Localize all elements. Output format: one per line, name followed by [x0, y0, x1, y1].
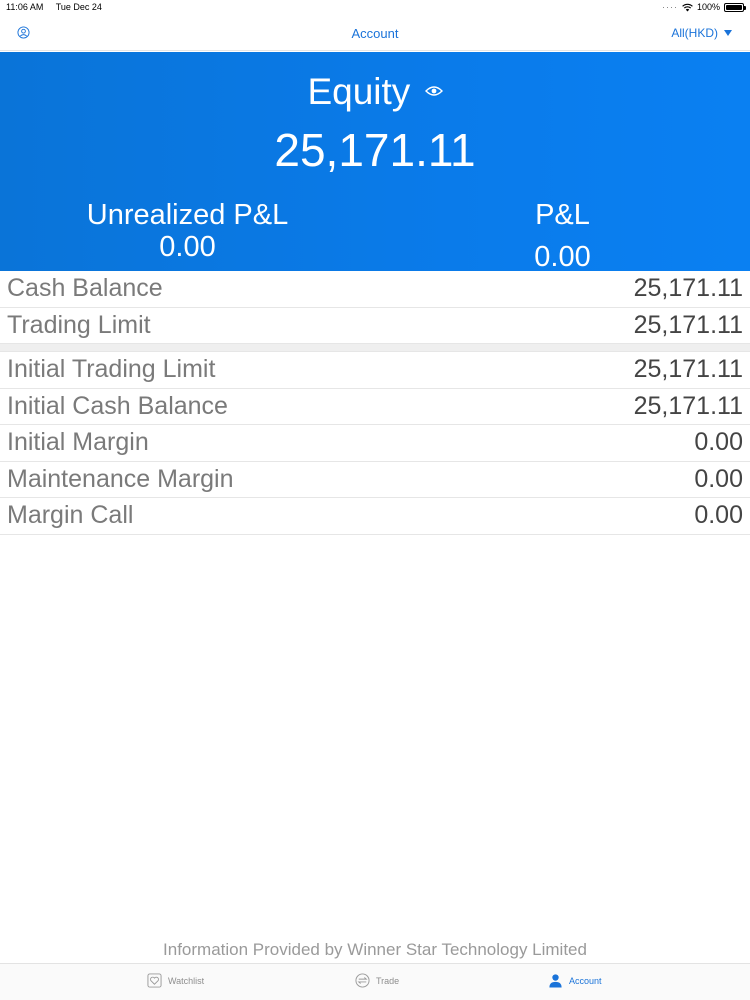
- battery-icon: [724, 2, 746, 12]
- row-label: Margin Call: [7, 501, 134, 530]
- status-left: 11:06 AM Tue Dec 24: [6, 2, 112, 12]
- tab-bar: Watchlist Trade Account: [0, 963, 750, 1000]
- wifi-icon: [682, 3, 693, 11]
- pl: P&L 0.00: [415, 199, 710, 273]
- currency-selector[interactable]: All(HKD): [671, 26, 732, 40]
- caret-down-icon: [724, 30, 732, 36]
- tab-account-label: Account: [569, 975, 602, 986]
- list-item: Maintenance Margin 0.00: [0, 462, 750, 498]
- account-summary: Equity 25,171.11 Unrealized P&L 0.00 P&L…: [0, 52, 750, 273]
- heart-icon: [147, 973, 162, 988]
- row-label: Initial Margin: [7, 428, 149, 457]
- row-label: Initial Cash Balance: [7, 391, 228, 420]
- battery-percent: 100%: [696, 2, 720, 12]
- equity-label: Equity: [307, 71, 411, 112]
- swap-icon: [355, 973, 370, 988]
- list-item: Initial Cash Balance 25,171.11: [0, 389, 750, 425]
- row-value: 25,171.11: [633, 310, 743, 339]
- provider-info: Information Provided by Winner Star Tech…: [163, 940, 587, 959]
- section-divider: [0, 344, 750, 352]
- row-label: Cash Balance: [7, 274, 163, 303]
- list-item: Cash Balance 25,171.11: [0, 271, 750, 308]
- account-details: Cash Balance 25,171.11 Trading Limit 25,…: [0, 271, 750, 535]
- currency-selector-label: All(HKD): [671, 26, 718, 40]
- unrealized-pl: Unrealized P&L 0.00: [40, 199, 335, 263]
- status-time: 11:06 AM: [6, 2, 44, 12]
- unrealized-pl-label: Unrealized P&L: [86, 199, 289, 231]
- equity-value: 25,171.11: [274, 124, 476, 176]
- list-item: Trading Limit 25,171.11: [0, 308, 750, 344]
- list-item: Initial Margin 0.00: [0, 425, 750, 462]
- status-bar: 11:06 AM Tue Dec 24 ···· 100%: [0, 0, 750, 16]
- person-icon: [549, 974, 562, 988]
- nav-bar: Account All(HKD): [0, 16, 750, 51]
- tab-account[interactable]: Account: [548, 973, 602, 988]
- row-value: 25,171.11: [633, 274, 743, 303]
- eye-icon[interactable]: [424, 85, 443, 97]
- page-title: Account: [351, 26, 399, 41]
- tab-watchlist-label: Watchlist: [168, 975, 205, 986]
- unrealized-pl-value: 0.00: [159, 231, 216, 263]
- list-item: Margin Call 0.00: [0, 498, 750, 535]
- equity-heading: Equity: [0, 70, 750, 114]
- list-item: Initial Trading Limit 25,171.11: [0, 352, 750, 389]
- row-label: Maintenance Margin: [7, 464, 234, 493]
- row-value: 0.00: [694, 428, 743, 457]
- tab-watchlist[interactable]: Watchlist: [147, 973, 204, 988]
- status-date: Tue Dec 24: [55, 2, 102, 12]
- row-label: Initial Trading Limit: [7, 355, 216, 384]
- row-value: 25,171.11: [633, 391, 743, 420]
- row-value: 0.00: [694, 464, 743, 493]
- pl-value: 0.00: [534, 241, 591, 273]
- status-right: ···· 100%: [661, 2, 746, 12]
- row-value: 25,171.11: [633, 355, 743, 384]
- row-value: 0.00: [694, 501, 743, 530]
- pl-label: P&L: [535, 199, 590, 231]
- tab-trade[interactable]: Trade: [355, 973, 399, 988]
- signal-icon: ····: [661, 2, 678, 12]
- row-label: Trading Limit: [7, 310, 151, 339]
- tab-trade-label: Trade: [376, 975, 400, 986]
